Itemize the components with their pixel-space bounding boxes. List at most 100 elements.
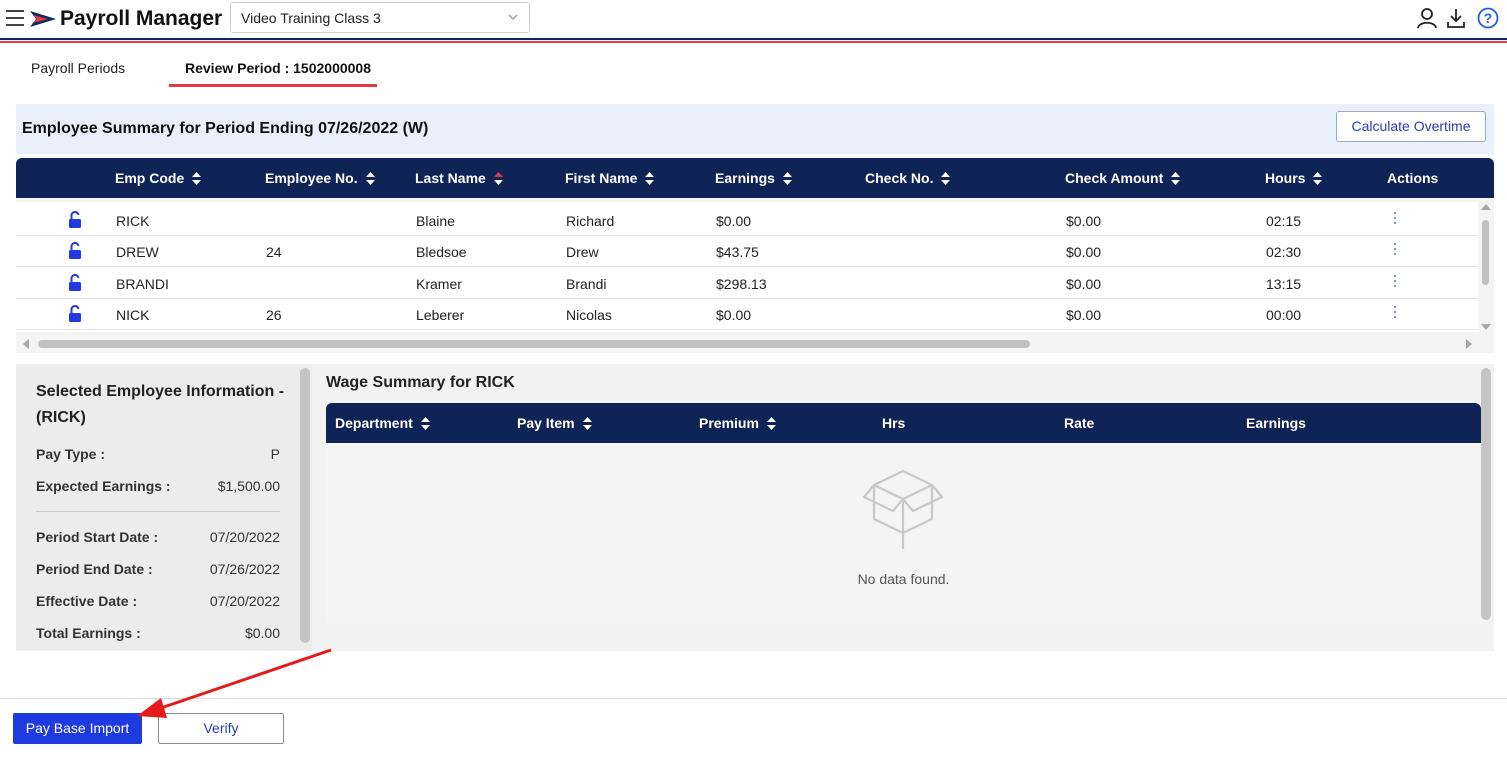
info-row-period-end-date: Period End Date : 07/26/2022 bbox=[36, 561, 280, 581]
verify-button[interactable]: Verify bbox=[158, 713, 284, 744]
column-premium[interactable]: Premium bbox=[699, 415, 776, 431]
column-first-name[interactable]: First Name bbox=[565, 170, 655, 186]
unlock-icon[interactable] bbox=[68, 274, 82, 291]
cell-emp-code: BRANDI bbox=[116, 276, 169, 292]
tab-payroll-periods[interactable]: Payroll Periods bbox=[31, 60, 125, 76]
sort-ascending-icon bbox=[493, 172, 503, 185]
cell-check-amount: $0.00 bbox=[1066, 307, 1102, 323]
info-divider bbox=[36, 511, 280, 512]
wage-summary-title: Wage Summary for RICK bbox=[326, 374, 515, 391]
unlock-icon[interactable] bbox=[68, 305, 82, 322]
sort-icon bbox=[365, 172, 375, 185]
info-label: Effective Date : bbox=[36, 593, 138, 609]
column-check-no[interactable]: Check No. bbox=[865, 170, 951, 186]
column-rate: Rate bbox=[1064, 415, 1095, 431]
column-actions: Actions bbox=[1387, 170, 1439, 186]
cell-last-name: Kramer bbox=[416, 276, 462, 292]
pay-base-import-button[interactable]: Pay Base Import bbox=[13, 713, 142, 744]
cell-hours: 13:15 bbox=[1266, 276, 1302, 292]
cell-hours: 02:30 bbox=[1266, 244, 1302, 260]
column-hrs: Hrs bbox=[882, 415, 906, 431]
info-value: $0.00 bbox=[244, 625, 280, 641]
column-employee-no[interactable]: Employee No. bbox=[265, 170, 375, 186]
table-row[interactable]: DREW 24 Bledsoe Drew $43.75 $0.00 02:30 bbox=[16, 236, 1478, 267]
info-value: $1,500.00 bbox=[217, 478, 280, 494]
info-label: Pay Type : bbox=[36, 446, 105, 462]
column-emp-code[interactable]: Emp Code bbox=[115, 170, 202, 186]
download-icon[interactable] bbox=[1445, 7, 1467, 29]
table-row[interactable]: NICK 26 Leberer Nicolas $0.00 $0.00 00:0… bbox=[16, 299, 1478, 330]
employee-summary-header: Employee Summary for Period Ending 07/26… bbox=[16, 104, 1494, 154]
cell-first-name: Nicolas bbox=[566, 307, 612, 323]
info-value: 07/20/2022 bbox=[209, 593, 280, 609]
info-label: Total Earnings : bbox=[36, 625, 141, 641]
employee-detail-area: Selected Employee Information - (RICK) P… bbox=[16, 364, 1494, 651]
row-actions-icon[interactable] bbox=[1392, 275, 1398, 291]
calculate-overtime-button[interactable]: Calculate Overtime bbox=[1336, 111, 1486, 142]
sort-icon bbox=[766, 417, 776, 430]
logo-icon bbox=[30, 11, 56, 27]
user-icon[interactable] bbox=[1416, 7, 1438, 29]
sort-icon bbox=[1171, 172, 1181, 185]
table-row[interactable]: RICK Blaine Richard $0.00 $0.00 02:15 bbox=[16, 205, 1478, 236]
unlock-icon[interactable] bbox=[68, 242, 82, 259]
class-select-value: Video Training Class 3 bbox=[241, 10, 381, 26]
wage-table-header: Department Pay Item Premium Hrs Rate Ear… bbox=[326, 403, 1481, 443]
row-actions-icon[interactable] bbox=[1392, 306, 1398, 322]
column-pay-item[interactable]: Pay Item bbox=[517, 415, 592, 431]
cell-hours: 00:00 bbox=[1266, 307, 1302, 323]
info-panel-scrollbar[interactable] bbox=[300, 368, 310, 643]
table-row[interactable]: BRANDI Kramer Brandi $298.13 $0.00 13:15 bbox=[16, 268, 1478, 299]
cell-first-name: Drew bbox=[566, 244, 599, 260]
info-row-pay-type: Pay Type : P bbox=[36, 446, 280, 466]
scroll-thumb[interactable] bbox=[38, 340, 1030, 348]
column-hours[interactable]: Hours bbox=[1265, 170, 1323, 186]
cell-last-name: Leberer bbox=[416, 307, 465, 323]
employee-table-vertical-scrollbar[interactable] bbox=[1478, 202, 1494, 332]
cell-check-amount: $0.00 bbox=[1066, 213, 1102, 229]
column-earnings[interactable]: Earnings bbox=[715, 170, 792, 186]
scroll-down-icon[interactable] bbox=[1481, 324, 1491, 330]
sort-icon bbox=[782, 172, 792, 185]
row-actions-icon[interactable] bbox=[1392, 212, 1398, 228]
sort-icon bbox=[192, 172, 202, 185]
cell-employee-no: 26 bbox=[266, 307, 282, 323]
info-row-total-earnings: Total Earnings : $0.00 bbox=[36, 625, 280, 645]
info-label: Period End Date : bbox=[36, 561, 153, 577]
column-department[interactable]: Department bbox=[335, 415, 430, 431]
class-select[interactable]: Video Training Class 3 bbox=[230, 2, 530, 33]
cell-hours: 02:15 bbox=[1266, 213, 1302, 229]
cell-first-name: Richard bbox=[566, 213, 615, 229]
unlock-icon[interactable] bbox=[68, 211, 82, 228]
menu-icon[interactable] bbox=[6, 10, 24, 26]
cell-check-amount: $0.00 bbox=[1066, 276, 1102, 292]
top-bar: Payroll Manager Video Training Class 3 ? bbox=[0, 0, 1507, 43]
employee-table: Emp Code Employee No. Last Name First Na… bbox=[16, 158, 1494, 353]
sort-icon bbox=[582, 417, 592, 430]
column-last-name[interactable]: Last Name bbox=[415, 170, 503, 186]
cell-check-amount: $0.00 bbox=[1066, 244, 1102, 260]
header-divider bbox=[0, 38, 1507, 44]
employee-summary-title: Employee Summary for Period Ending 07/26… bbox=[22, 120, 429, 137]
scroll-right-icon[interactable] bbox=[1466, 339, 1472, 349]
help-icon[interactable]: ? bbox=[1477, 7, 1499, 29]
cell-earnings: $0.00 bbox=[716, 213, 752, 229]
scroll-left-icon[interactable] bbox=[23, 339, 29, 349]
tab-review-period[interactable]: Review Period : 1502000008 bbox=[185, 60, 371, 76]
empty-box-icon bbox=[862, 469, 944, 549]
column-wage-earnings: Earnings bbox=[1246, 415, 1306, 431]
svg-text:?: ? bbox=[1484, 10, 1493, 26]
employee-table-horizontal-scrollbar[interactable] bbox=[16, 336, 1478, 352]
scroll-thumb[interactable] bbox=[1482, 220, 1489, 285]
column-check-amount[interactable]: Check Amount bbox=[1065, 170, 1181, 186]
chevron-down-icon bbox=[508, 14, 518, 20]
info-label: Expected Earnings : bbox=[36, 478, 171, 494]
cell-employee-no: 24 bbox=[266, 244, 282, 260]
row-actions-icon[interactable] bbox=[1392, 243, 1398, 259]
cell-emp-code: NICK bbox=[116, 307, 150, 323]
wage-panel-scrollbar[interactable] bbox=[1481, 368, 1491, 620]
selected-employee-panel: Selected Employee Information - (RICK) P… bbox=[16, 364, 312, 651]
scroll-up-icon[interactable] bbox=[1481, 204, 1491, 210]
cell-last-name: Blaine bbox=[416, 213, 455, 229]
cell-emp-code: RICK bbox=[116, 213, 150, 229]
